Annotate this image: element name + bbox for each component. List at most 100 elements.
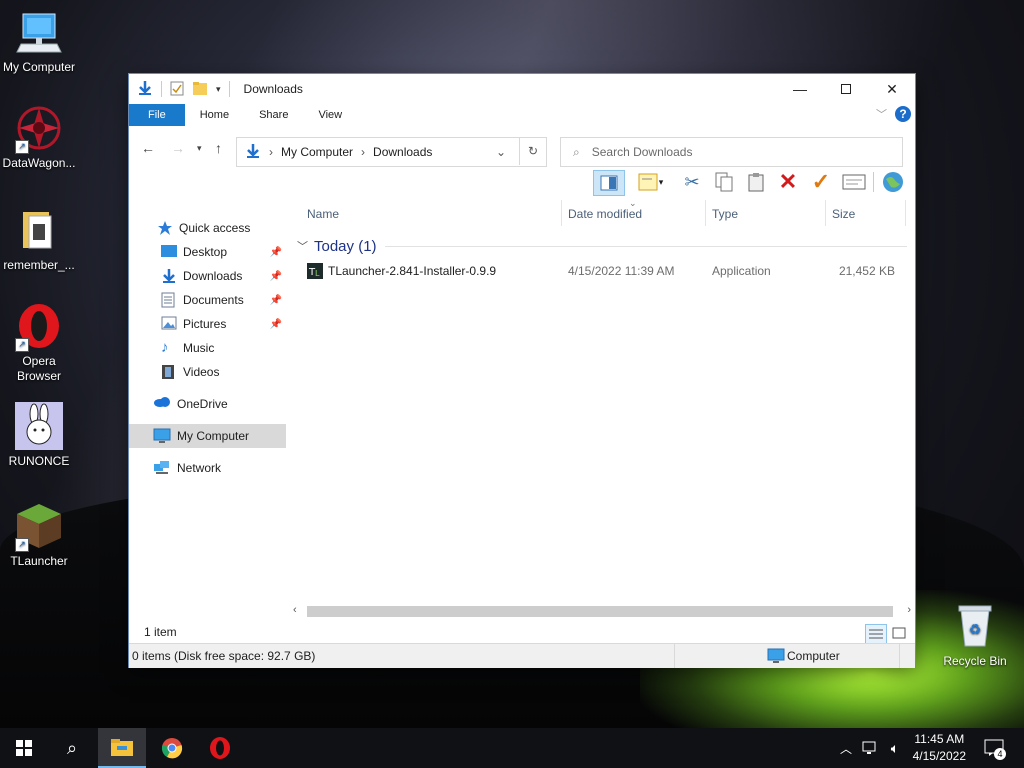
address-dropdown-icon[interactable]: ⌄ — [496, 145, 506, 159]
refresh-button[interactable]: ↻ — [519, 137, 546, 165]
nav-this-pc[interactable]: My Computer — [129, 424, 286, 448]
details-status-bar: 0 items (Disk free space: 92.7 GB) Compu… — [129, 643, 915, 668]
nav-music[interactable]: ♪ Music — [129, 336, 286, 360]
search-button[interactable]: ⌕ — [48, 728, 96, 768]
file-list: Name Date modified ⌄ Type Size ﹀ Today (… — [293, 198, 915, 615]
taskbar-file-explorer[interactable] — [98, 728, 146, 768]
cut-button[interactable]: ✂ — [681, 170, 703, 194]
new-folder-icon[interactable] — [192, 80, 208, 99]
show-hidden-icons-chevron-icon[interactable]: ︿ — [836, 728, 856, 768]
system-clock[interactable]: 11:45 AM 4/15/2022 — [913, 731, 966, 765]
desktop-icon-tlauncher[interactable]: ↗ TLauncher — [0, 502, 78, 569]
tlauncher-app-icon: TL — [307, 263, 323, 282]
nav-desktop[interactable]: Desktop 📌 — [129, 240, 286, 264]
pin-icon[interactable]: 📌 — [270, 247, 282, 258]
documents-icon — [161, 292, 177, 308]
note-button[interactable]: ▾ — [633, 170, 667, 194]
column-separator[interactable] — [561, 200, 562, 226]
desktop-icon-datawagon[interactable]: ↗ DataWagon... — [0, 104, 78, 171]
opera-icon: ↗ — [15, 302, 63, 352]
nav-label: Music — [183, 341, 215, 355]
start-button[interactable] — [0, 728, 48, 768]
rename-check-button[interactable]: ✓ — [809, 169, 833, 194]
nav-label: Documents — [183, 293, 244, 307]
navigation-pane: Quick access Desktop 📌 Downloads 📌 Docum… — [129, 200, 286, 615]
nav-quick-access[interactable]: Quick access — [129, 216, 286, 240]
column-separator[interactable] — [905, 200, 906, 226]
column-name[interactable]: Name — [307, 207, 339, 221]
column-separator[interactable] — [825, 200, 826, 226]
title-bar[interactable]: ▾ Downloads — ✕ — [129, 74, 915, 104]
recycle-bin-icon: ♻ — [951, 602, 999, 650]
desktop-icon-recycle-bin[interactable]: ♻ Recycle Bin — [936, 602, 1014, 669]
maximize-button[interactable] — [823, 74, 869, 104]
network-tray-icon[interactable] — [860, 728, 882, 768]
minimize-button[interactable]: — — [777, 74, 823, 104]
network-icon — [153, 460, 171, 476]
recent-locations-icon[interactable]: ▾ — [197, 143, 202, 154]
expand-ribbon-icon[interactable]: ﹀ — [876, 106, 887, 122]
chrome-icon — [161, 738, 183, 759]
scroll-right-arrow-icon[interactable]: › — [907, 604, 911, 616]
tab-view[interactable]: View — [303, 104, 357, 126]
properties-button[interactable] — [841, 170, 867, 194]
pin-icon[interactable]: 📌 — [270, 319, 282, 330]
scrollbar-thumb[interactable] — [307, 606, 893, 617]
address-bar[interactable]: › My Computer › Downloads ⌄ — [236, 137, 547, 167]
breadcrumb-separator-icon: › — [361, 145, 366, 159]
nav-network[interactable]: Network — [129, 456, 286, 480]
customize-dropdown-icon[interactable]: ▾ — [216, 84, 221, 95]
grass-block-icon: ↗ — [15, 502, 63, 552]
horizontal-scrollbar[interactable]: ‹ › — [293, 603, 915, 620]
breadcrumb-downloads[interactable]: Downloads — [373, 145, 432, 159]
desktop-icon-my-computer[interactable]: My Computer — [0, 8, 78, 75]
checkmark-icon: ✓ — [811, 169, 831, 194]
up-arrow-icon[interactable]: ↑ — [215, 140, 222, 156]
nav-onedrive[interactable]: OneDrive — [129, 392, 286, 416]
globe-button[interactable] — [879, 170, 907, 194]
large-icons-view-button[interactable] — [889, 624, 909, 642]
column-headers: Name Date modified ⌄ Type Size — [293, 198, 915, 226]
nav-videos[interactable]: Videos — [129, 360, 286, 384]
copy-button[interactable] — [713, 170, 735, 194]
properties-icon[interactable] — [170, 80, 184, 99]
nav-label: Videos — [183, 365, 220, 379]
volume-icon[interactable]: 🔈︎ — [884, 728, 906, 768]
close-button[interactable]: ✕ — [869, 74, 915, 104]
taskbar-chrome[interactable] — [148, 728, 196, 768]
group-header-today[interactable]: ﹀ Today (1) — [297, 236, 907, 256]
column-type[interactable]: Type — [712, 207, 738, 221]
search-box[interactable]: ⌕ Search Downloads — [560, 137, 903, 167]
help-icon[interactable]: ? — [895, 106, 911, 122]
pin-icon[interactable]: 📌 — [270, 271, 282, 282]
desktop-icon-runonce[interactable]: RUNONCE — [0, 402, 78, 469]
delete-button[interactable]: ✕ — [777, 169, 799, 194]
breadcrumb-my-computer[interactable]: My Computer — [281, 145, 353, 159]
tab-share[interactable]: Share — [244, 104, 303, 126]
column-size[interactable]: Size — [832, 207, 855, 221]
desktop-icon-remember[interactable]: remember_... — [0, 206, 78, 273]
paste-button[interactable] — [745, 170, 767, 194]
navigation-row: ← → ▾ ↑ › My Computer › Downloads ⌄ ↻ ⌕ … — [129, 126, 915, 167]
desktop-icon-opera[interactable]: ↗ Opera Browser — [0, 302, 78, 384]
note-dropdown-icon[interactable]: ▾ — [659, 177, 664, 188]
tab-file[interactable]: File — [129, 104, 185, 126]
command-toolbar: ▾ ✂ ✕ ✓ — [129, 166, 915, 199]
scroll-left-arrow-icon[interactable]: ‹ — [293, 604, 297, 616]
nav-pictures[interactable]: Pictures 📌 — [129, 312, 286, 336]
table-row[interactable]: TL TLauncher-2.841-Installer-0.9.9 4/15/… — [293, 260, 903, 282]
taskbar-opera[interactable] — [196, 728, 244, 768]
forward-arrow-icon[interactable]: → — [171, 140, 185, 156]
details-view-button[interactable] — [865, 624, 887, 644]
back-arrow-icon[interactable]: ← — [141, 140, 155, 156]
nav-documents[interactable]: Documents 📌 — [129, 288, 286, 312]
notifications-button[interactable]: 4 — [980, 728, 1008, 768]
pin-icon[interactable]: 📌 — [270, 295, 282, 306]
tab-home[interactable]: Home — [185, 104, 244, 126]
column-separator[interactable] — [705, 200, 706, 226]
nav-downloads[interactable]: Downloads 📌 — [129, 264, 286, 288]
folder-icon — [15, 206, 63, 254]
opera-icon — [210, 737, 230, 759]
preview-pane-button[interactable] — [593, 170, 625, 196]
column-date-modified[interactable]: Date modified — [568, 207, 642, 221]
